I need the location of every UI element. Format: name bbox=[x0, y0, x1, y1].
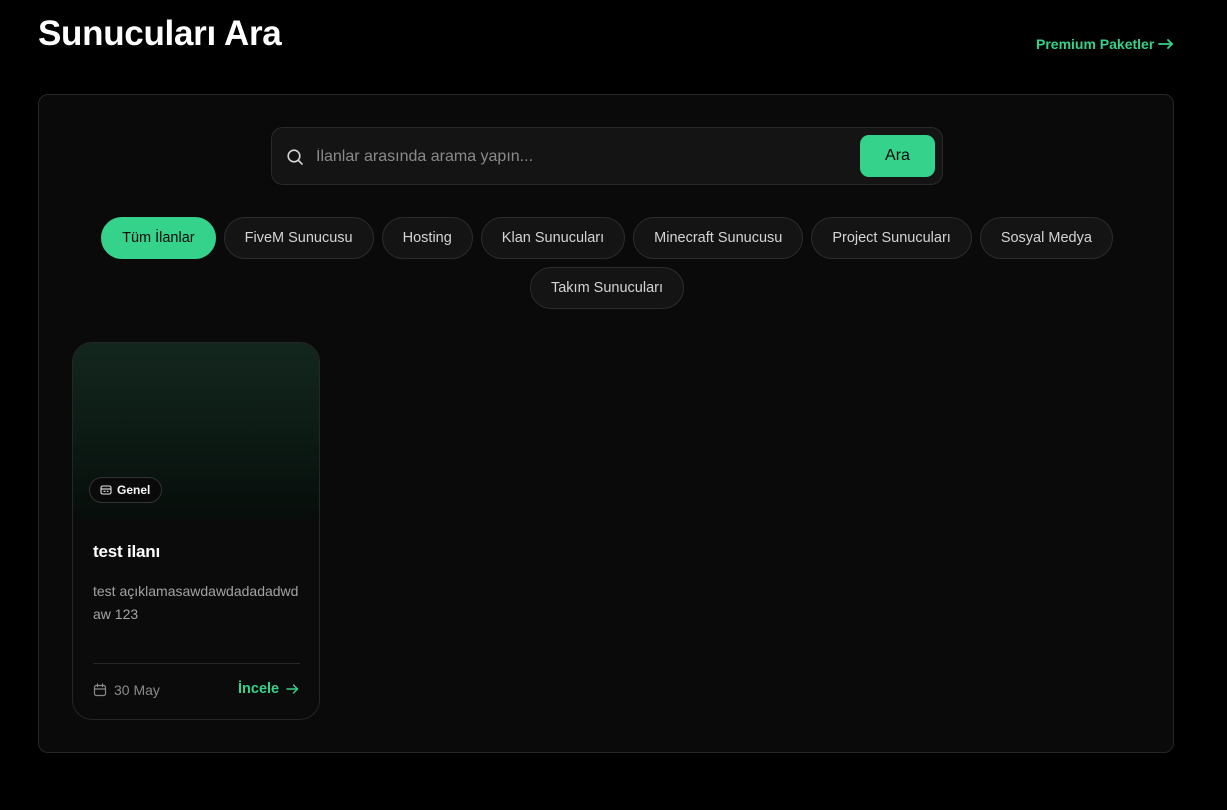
premium-packages-link[interactable]: Premium Paketler bbox=[1036, 36, 1174, 52]
category-chip-project-sunuculari[interactable]: Project Sunucuları bbox=[811, 217, 972, 259]
tag-icon bbox=[100, 485, 112, 495]
category-chip-fivem-sunucusu[interactable]: FiveM Sunucusu bbox=[223, 217, 374, 259]
category-chip-klan-sunuculari[interactable]: Klan Sunucuları bbox=[480, 217, 626, 259]
category-badge-label: Genel bbox=[117, 483, 151, 497]
listing-description: test açıklamasawdawdadadadwdaw 123 bbox=[93, 583, 299, 622]
search-button[interactable]: Ara bbox=[860, 135, 935, 177]
view-listing-link[interactable]: İncele bbox=[238, 681, 299, 697]
card-divider bbox=[93, 663, 300, 664]
category-chip-minecraft-sunucusu[interactable]: Minecraft Sunucusu bbox=[633, 217, 804, 259]
search-icon bbox=[287, 149, 303, 165]
view-listing-label: İncele bbox=[238, 681, 280, 697]
search-bar: Ara bbox=[271, 127, 943, 185]
category-chip-hosting[interactable]: Hosting bbox=[381, 217, 473, 259]
page-title: Sunucuları Ara bbox=[38, 14, 282, 53]
listing-title: test ilanı bbox=[93, 542, 160, 561]
page: Sunucuları Ara Premium Paketler Ara Tüm … bbox=[0, 0, 1227, 810]
listings-panel: Ara Tüm İlanlar FiveM Sunucusu Hosting K… bbox=[38, 94, 1174, 753]
calendar-icon bbox=[93, 683, 107, 697]
category-badge: Genel bbox=[89, 477, 163, 503]
category-filter: Tüm İlanlar FiveM Sunucusu Hosting Klan … bbox=[89, 217, 1125, 309]
listing-card[interactable]: Genel test ilanı test açıklamasawdawdada… bbox=[72, 342, 320, 720]
premium-packages-label: Premium Paketler bbox=[1036, 36, 1155, 52]
arrow-right-icon bbox=[1158, 39, 1174, 49]
category-chip-sosyal-medya[interactable]: Sosyal Medya bbox=[979, 217, 1113, 259]
arrow-right-icon bbox=[286, 684, 299, 694]
category-chip-tum-ilanlar[interactable]: Tüm İlanlar bbox=[101, 217, 216, 259]
search-input[interactable] bbox=[316, 142, 846, 172]
listing-date-text: 30 May bbox=[114, 682, 160, 698]
category-chip-takim-sunuculari[interactable]: Takım Sunucuları bbox=[529, 267, 685, 309]
listing-date: 30 May bbox=[93, 682, 160, 698]
